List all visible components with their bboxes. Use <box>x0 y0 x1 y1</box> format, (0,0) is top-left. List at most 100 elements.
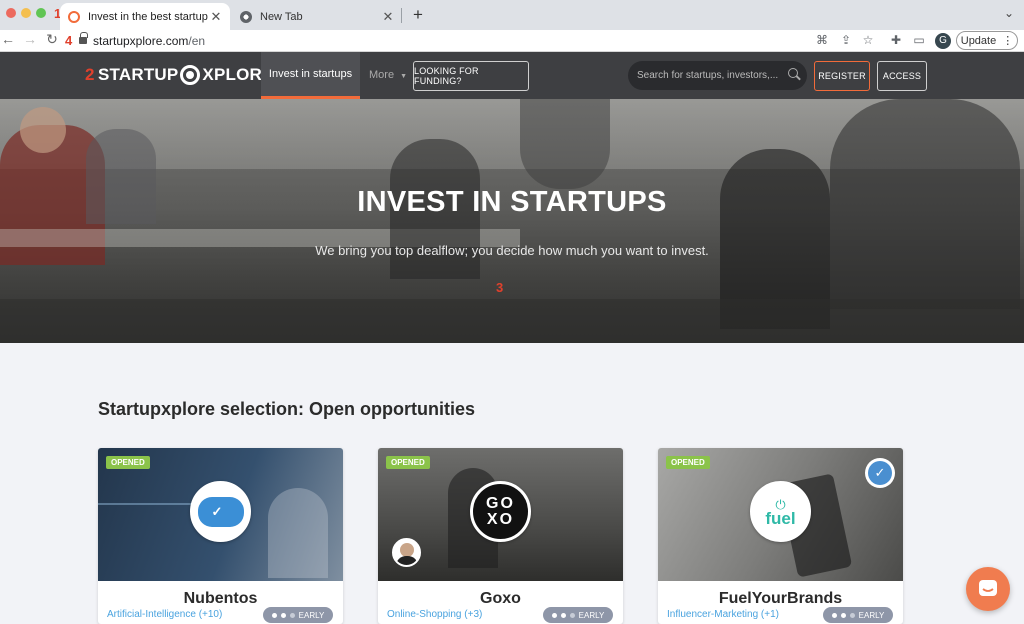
stage-dot-icon <box>560 612 566 618</box>
url-host: startupxplore.com <box>93 34 189 48</box>
verified-check-icon: ✓ <box>868 461 892 485</box>
startup-card-nubentos[interactable]: OPENED ✓ Nubentos Artificial-Intelligenc… <box>98 448 343 624</box>
access-label: ACCESS <box>882 71 922 81</box>
search-placeholder: Search for startups, investors,... <box>637 70 779 81</box>
access-button[interactable]: ACCESS <box>877 61 927 91</box>
startup-name[interactable]: Goxo <box>378 590 623 608</box>
stage-badge: EARLY <box>823 607 893 623</box>
stage-dot-icon <box>831 612 837 618</box>
tab-new-tab[interactable]: New Tab ✕ <box>232 3 402 30</box>
startup-category-link[interactable]: Online-Shopping (+3) <box>387 609 482 620</box>
nav-invest-label: Invest in startups <box>268 68 353 80</box>
chat-icon <box>979 580 997 596</box>
tab-title: New Tab <box>260 10 303 23</box>
verified-badge: ✓ <box>865 458 895 488</box>
looking-for-funding-button[interactable]: LOOKING FOR FUNDING? <box>413 61 529 91</box>
search-icon[interactable] <box>788 68 798 78</box>
startup-name[interactable]: Nubentos <box>98 590 343 608</box>
status-badge: OPENED <box>106 456 150 469</box>
logo-eye-icon <box>180 65 201 85</box>
translate-icon[interactable]: ⌘ <box>814 33 830 47</box>
fuel-logo-text: fuel <box>765 508 796 528</box>
stage-dot-icon <box>849 612 855 618</box>
stage-badge: EARLY <box>263 607 333 623</box>
close-tab-icon[interactable]: ✕ <box>208 9 224 25</box>
cast-icon[interactable]: ▭ <box>911 33 927 47</box>
forward-arrow-icon[interactable]: → <box>22 31 38 47</box>
goxo-logo-text-top: GO <box>486 494 515 512</box>
stage-dot-icon <box>569 612 575 618</box>
minimize-window-button[interactable] <box>21 8 31 18</box>
register-button[interactable]: REGISTER <box>814 61 870 91</box>
update-button[interactable]: Update ⋮ <box>956 31 1018 50</box>
section-title: Startupxplore selection: Open opportunit… <box>98 399 476 419</box>
stage-label: EARLY <box>298 610 325 620</box>
search-input[interactable]: Search for startups, investors,... <box>628 61 807 90</box>
tab-search-chevron-down-icon[interactable]: ⌄ <box>1004 6 1014 20</box>
hero-subtitle: We bring you top dealflow; you decide ho… <box>315 243 709 258</box>
new-tab-button[interactable]: + <box>410 5 426 25</box>
chat-launcher-button[interactable] <box>966 567 1010 611</box>
profile-avatar[interactable]: G <box>935 33 951 49</box>
startup-category-link[interactable]: Artificial-Intelligence (+10) <box>107 609 222 620</box>
tab-startupxplore[interactable]: Invest in the best startups with ✕ <box>60 3 230 30</box>
bookmark-star-icon[interactable]: ☆ <box>860 33 876 47</box>
startup-name[interactable]: FuelYourBrands <box>658 590 903 608</box>
close-window-button[interactable] <box>6 8 16 18</box>
tab-divider <box>401 8 402 23</box>
url-path: /en <box>188 34 206 48</box>
update-label: Update <box>960 34 997 47</box>
hero-bg-head-left <box>20 107 66 153</box>
browser-tab-bar: 1 Invest in the best startups with ✕ New… <box>0 0 1024 30</box>
logo-text-start: STARTUP <box>98 65 179 84</box>
stage-dot-icon <box>280 612 286 618</box>
annotation-marker-2: 2 <box>85 65 95 84</box>
status-badge: OPENED <box>666 456 710 469</box>
caret-down-icon: ▼ <box>400 73 408 80</box>
goxo-logo-text-bottom: XO <box>486 510 515 528</box>
maximize-window-button[interactable] <box>36 8 46 18</box>
chrome-favicon-icon <box>240 10 252 23</box>
hero-bg-person-standing <box>520 99 610 189</box>
stage-badge: EARLY <box>543 607 613 623</box>
address-bar: ← → ↻ 4 startupxplore.com/en ⌘ ⇪ ☆ ✚ ▭ G… <box>0 30 1024 52</box>
lock-icon[interactable] <box>79 32 88 44</box>
url-field[interactable]: startupxplore.com/en <box>93 34 205 48</box>
annotation-marker-3: 3 <box>496 280 504 295</box>
startup-card-goxo[interactable]: OPENED GO XO Goxo Online-Shopping (+3) E… <box>378 448 623 624</box>
tab-title: Invest in the best startups with <box>88 10 208 23</box>
goxo-logo: GO XO <box>470 481 531 542</box>
back-arrow-icon[interactable]: ← <box>0 31 16 47</box>
nav-more-dropdown[interactable]: More ▼ <box>369 69 407 81</box>
nav-invest-in-startups[interactable]: Invest in startups <box>261 52 360 99</box>
card-bg-doctor <box>268 488 328 578</box>
more-vertical-icon: ⋮ <box>1002 35 1014 47</box>
avatar-head <box>400 543 414 557</box>
startupxplore-logo[interactable]: STARTUP XPLORE <box>98 65 274 85</box>
cloud-icon: ✓ <box>197 496 244 527</box>
avatar[interactable] <box>392 538 421 567</box>
stage-label: EARLY <box>578 610 605 620</box>
nubentos-logo: ✓ <box>190 481 251 542</box>
hero-title: INVEST IN STARTUPS <box>357 186 667 218</box>
looking-for-funding-label: LOOKING FOR FUNDING? <box>414 66 479 86</box>
register-label: REGISTER <box>818 71 866 81</box>
nav-more-label: More <box>369 69 395 81</box>
hero-banner: INVEST IN STARTUPS We bring you top deal… <box>0 99 1024 343</box>
extensions-puzzle-icon[interactable]: ✚ <box>888 33 904 47</box>
startupxplore-favicon-icon <box>68 10 80 23</box>
close-tab-icon[interactable]: ✕ <box>380 9 396 25</box>
reload-icon[interactable]: ↻ <box>44 31 60 48</box>
stage-dot-icon <box>271 612 277 618</box>
stage-dot-icon <box>289 612 295 618</box>
hero-bg-floor <box>0 299 1024 343</box>
share-icon[interactable]: ⇪ <box>838 33 854 47</box>
startup-card-fuelyourbrands[interactable]: OPENED ✓ ⏻ fuel FuelYourBrands Influence… <box>658 448 903 624</box>
annotation-marker-4: 4 <box>65 33 73 48</box>
stage-dot-icon <box>840 612 846 618</box>
fuel-logo: ⏻ fuel <box>750 481 811 542</box>
stage-label: EARLY <box>858 610 885 620</box>
status-badge: OPENED <box>386 456 430 469</box>
startup-category-link[interactable]: Influencer-Marketing (+1) <box>667 609 779 620</box>
stage-dot-icon <box>551 612 557 618</box>
